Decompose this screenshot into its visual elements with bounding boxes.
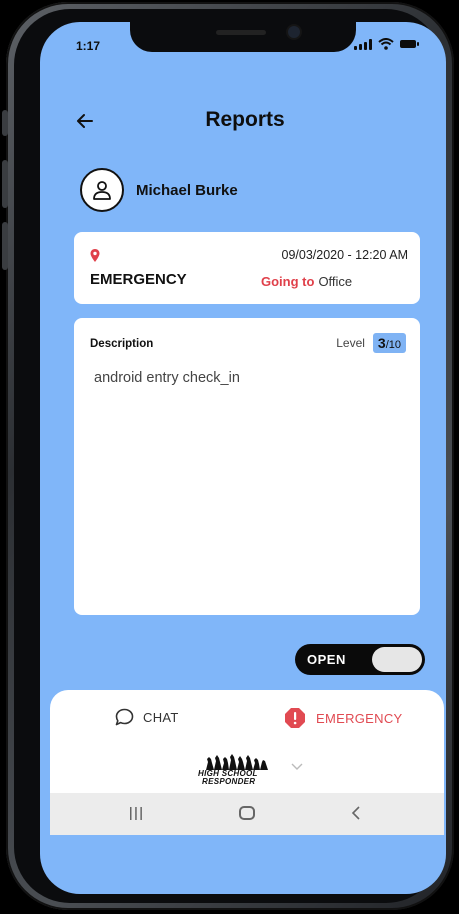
incident-type: EMERGENCY — [90, 271, 187, 288]
home-icon[interactable] — [239, 806, 255, 820]
alert-octagon-icon — [285, 708, 305, 728]
notch — [130, 22, 356, 52]
tab-chat-label: CHAT — [143, 709, 179, 725]
description-text: android entry check_in — [94, 370, 240, 386]
map-pin-icon — [90, 249, 100, 262]
going-to-label: Going to — [261, 274, 315, 289]
logo-silhouettes-icon — [206, 754, 268, 770]
header: Reports — [40, 108, 446, 138]
battery-icon — [400, 40, 419, 48]
user-row: Michael Burke — [80, 168, 238, 212]
high-school-responder-logo: HIGH SCHOOL RESPONDER — [198, 754, 278, 786]
going-to-row: Going to Office — [261, 274, 352, 289]
side-button-volume-up — [2, 160, 8, 208]
destination: Office — [318, 274, 353, 289]
level-row: Level 3/10 — [336, 333, 406, 353]
user-icon — [93, 181, 111, 200]
chat-bubble-icon — [115, 708, 134, 726]
level-label: Level — [336, 336, 365, 350]
level-max: /10 — [385, 339, 401, 351]
android-nav-bar — [50, 793, 444, 835]
chevron-down-icon[interactable] — [291, 763, 303, 771]
logo-text-line2: RESPONDER — [202, 777, 256, 786]
incident-card[interactable]: 09/03/2020 - 12:20 AM EMERGENCY Going to… — [74, 232, 420, 304]
back-nav-icon[interactable] — [350, 806, 362, 820]
description-card: Description Level 3/10 android entry che… — [74, 318, 420, 615]
front-camera — [288, 26, 300, 38]
toggle-knob[interactable] — [372, 647, 422, 672]
side-button-volume-down — [2, 222, 8, 270]
level-badge: 3/10 — [372, 333, 406, 353]
signal-icon — [354, 38, 372, 50]
phone-screen: 1:17 Reports Michael Burke 09/03/2020 - … — [40, 22, 446, 894]
status-time: 1:17 — [76, 39, 101, 53]
user-name: Michael Burke — [136, 181, 238, 199]
speaker-grille — [216, 30, 266, 35]
status-toggle[interactable]: OPEN — [295, 644, 425, 675]
tab-chat[interactable]: CHAT — [115, 708, 179, 726]
recent-apps-icon[interactable] — [128, 807, 144, 820]
side-button-silent — [2, 110, 8, 136]
description-title: Description — [90, 338, 154, 350]
toggle-label: OPEN — [307, 652, 346, 667]
level-value: 3 — [377, 335, 386, 351]
incident-datetime: 09/03/2020 - 12:20 AM — [281, 248, 408, 262]
arrow-left-icon[interactable] — [74, 110, 96, 132]
tab-emergency-label: EMERGENCY — [316, 710, 403, 726]
status-icons — [354, 38, 419, 50]
tab-emergency[interactable]: EMERGENCY — [284, 707, 403, 729]
wifi-icon — [378, 38, 394, 50]
page-title: Reports — [205, 108, 285, 131]
avatar — [80, 168, 124, 212]
